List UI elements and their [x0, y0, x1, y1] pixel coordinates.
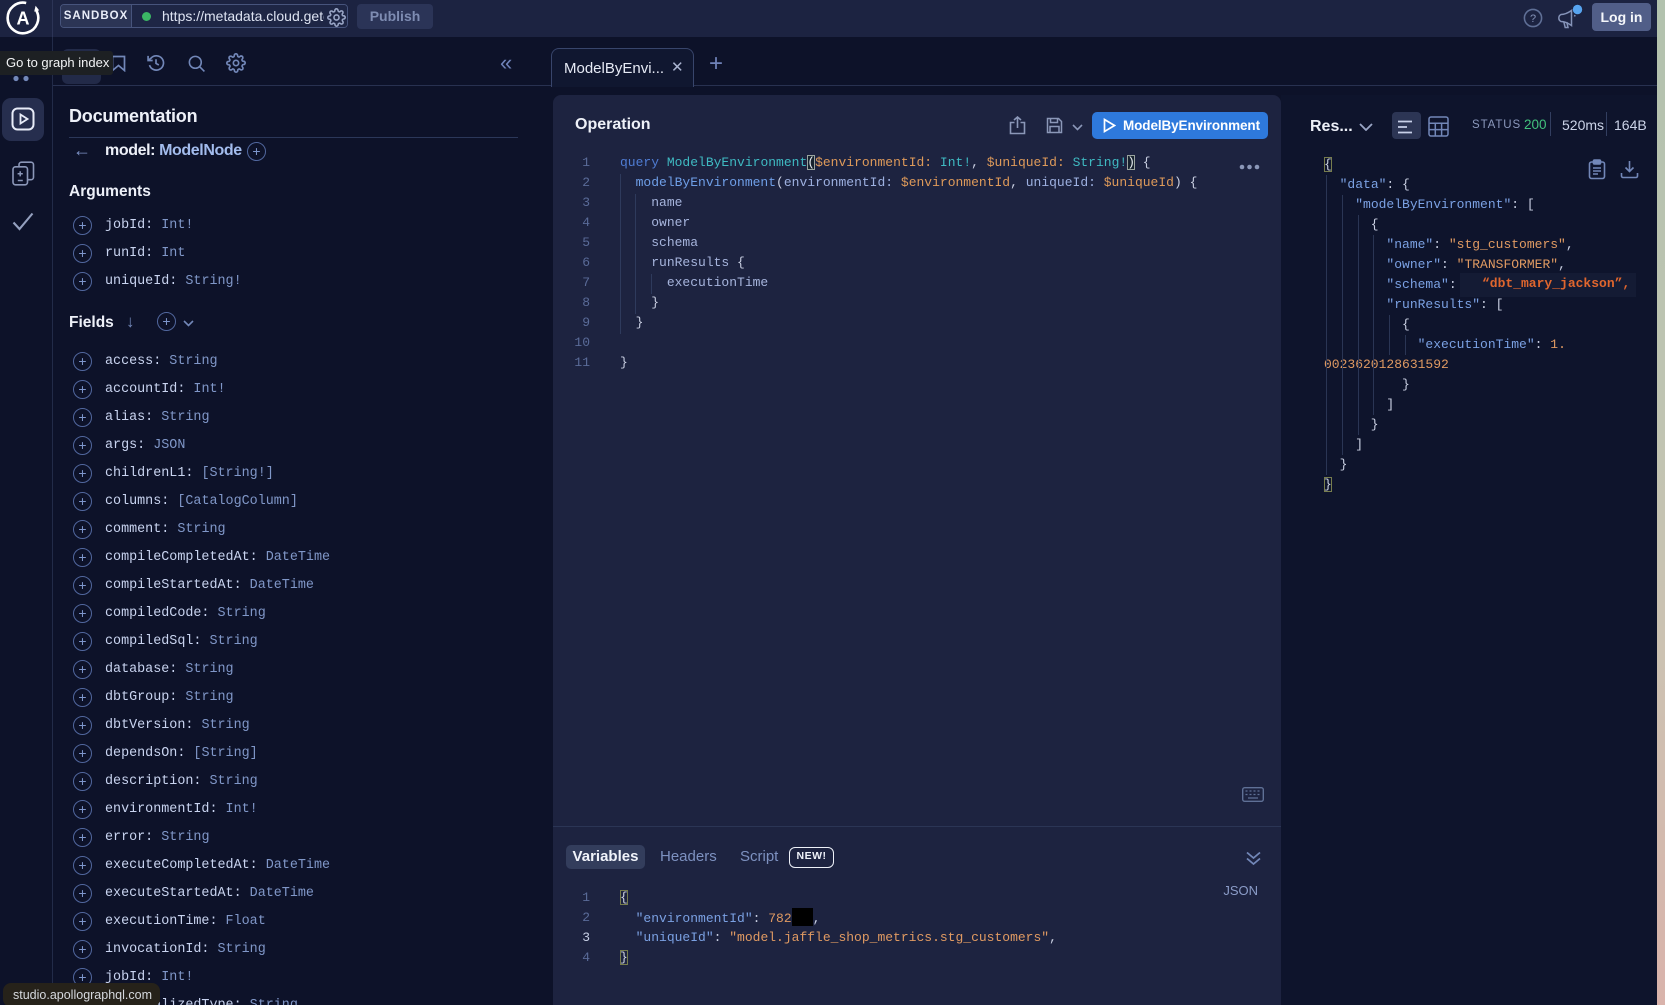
svg-text:A: A	[17, 9, 30, 29]
svg-text:?: ?	[1530, 13, 1536, 25]
